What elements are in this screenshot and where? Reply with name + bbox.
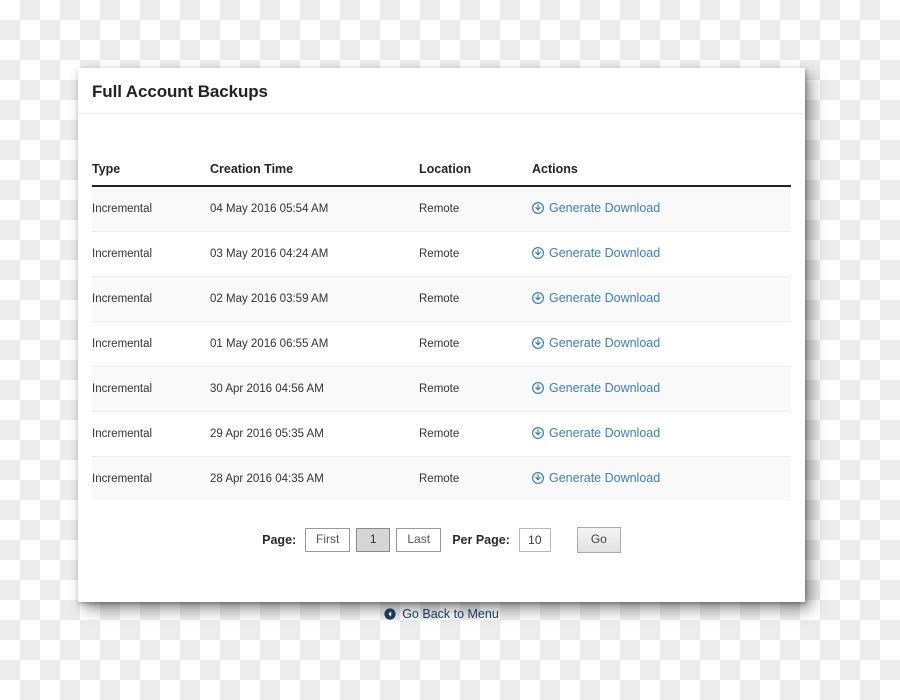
cell-location: Remote	[419, 186, 532, 232]
per-page-label: Per Page:	[452, 533, 510, 547]
backups-card: Full Account Backups Type Creation Time …	[78, 68, 805, 621]
go-back-to-menu-label: Go Back to Menu	[402, 607, 499, 621]
generate-download-link[interactable]: Generate Download	[532, 381, 660, 395]
generate-download-label: Generate Download	[549, 381, 661, 395]
cell-actions: Generate Download	[532, 456, 791, 501]
download-circle-icon	[532, 472, 544, 484]
generate-download-link[interactable]: Generate Download	[532, 336, 660, 350]
generate-download-label: Generate Download	[549, 426, 661, 440]
pagination-bar: Page: First 1 Last Per Page: Go	[92, 527, 791, 553]
generate-download-link[interactable]: Generate Download	[532, 201, 660, 215]
download-circle-icon	[532, 292, 544, 304]
column-header-location: Location	[419, 162, 532, 187]
cell-type: Incremental	[92, 321, 210, 367]
download-circle-icon	[532, 337, 544, 349]
cell-type: Incremental	[92, 456, 210, 501]
cell-creation-time: 28 Apr 2016 04:35 AM	[210, 456, 419, 501]
cell-creation-time: 01 May 2016 06:55 AM	[210, 321, 419, 367]
cell-actions: Generate Download	[532, 186, 791, 232]
last-page-button[interactable]: Last	[396, 528, 442, 552]
cell-actions: Generate Download	[532, 231, 791, 277]
go-button[interactable]: Go	[576, 527, 621, 553]
column-header-type: Type	[92, 162, 210, 187]
table-row: Incremental 28 Apr 2016 04:35 AM Remote …	[92, 456, 791, 501]
cell-location: Remote	[419, 411, 532, 457]
download-circle-icon	[532, 427, 544, 439]
cell-location: Remote	[419, 231, 532, 277]
arrow-left-circle-icon	[384, 608, 396, 620]
table-row: Incremental 02 May 2016 03:59 AM Remote …	[92, 276, 791, 322]
table-row: Incremental 01 May 2016 06:55 AM Remote …	[92, 321, 791, 367]
cell-location: Remote	[419, 276, 532, 322]
generate-download-label: Generate Download	[549, 246, 661, 260]
table-header-row: Type Creation Time Location Actions	[92, 162, 791, 187]
cell-actions: Generate Download	[532, 411, 791, 457]
cell-creation-time: 03 May 2016 04:24 AM	[210, 231, 419, 277]
per-page-input[interactable]	[518, 528, 551, 552]
generate-download-link[interactable]: Generate Download	[532, 426, 660, 440]
backups-table: Type Creation Time Location Actions Incr…	[92, 162, 791, 501]
download-circle-icon	[532, 202, 544, 214]
current-page-button[interactable]: 1	[356, 528, 391, 552]
cell-type: Incremental	[92, 186, 210, 232]
card-header: Full Account Backups	[78, 68, 805, 114]
download-circle-icon	[532, 382, 544, 394]
card-footer: Go Back to Menu	[92, 561, 791, 625]
first-page-button[interactable]: First	[305, 528, 351, 552]
cell-type: Incremental	[92, 411, 210, 457]
cell-creation-time: 02 May 2016 03:59 AM	[210, 276, 419, 322]
go-back-to-menu-link[interactable]: Go Back to Menu	[384, 607, 499, 621]
generate-download-label: Generate Download	[549, 336, 661, 350]
cell-creation-time: 29 Apr 2016 05:35 AM	[210, 411, 419, 457]
page-title: Full Account Backups	[92, 82, 268, 101]
download-circle-icon	[532, 247, 544, 259]
table-row: Incremental 04 May 2016 05:54 AM Remote …	[92, 186, 791, 232]
table-top-spacer	[92, 114, 791, 162]
card-body: Type Creation Time Location Actions Incr…	[78, 114, 805, 625]
cell-actions: Generate Download	[532, 366, 791, 412]
generate-download-label: Generate Download	[549, 471, 661, 485]
table-row: Incremental 29 Apr 2016 05:35 AM Remote …	[92, 411, 791, 457]
generate-download-label: Generate Download	[549, 201, 661, 215]
cell-location: Remote	[419, 321, 532, 367]
cell-location: Remote	[419, 366, 532, 412]
cell-type: Incremental	[92, 276, 210, 322]
table-row: Incremental 03 May 2016 04:24 AM Remote …	[92, 231, 791, 277]
cell-location: Remote	[419, 456, 532, 501]
table-head: Type Creation Time Location Actions	[92, 162, 791, 187]
page-label: Page:	[262, 533, 297, 547]
cell-type: Incremental	[92, 366, 210, 412]
generate-download-link[interactable]: Generate Download	[532, 246, 660, 260]
generate-download-link[interactable]: Generate Download	[532, 471, 660, 485]
column-header-actions: Actions	[532, 162, 791, 187]
generate-download-label: Generate Download	[549, 291, 661, 305]
table-body: Incremental 04 May 2016 05:54 AM Remote …	[92, 186, 791, 501]
cell-creation-time: 04 May 2016 05:54 AM	[210, 186, 419, 232]
cell-creation-time: 30 Apr 2016 04:56 AM	[210, 366, 419, 412]
cell-actions: Generate Download	[532, 276, 791, 322]
generate-download-link[interactable]: Generate Download	[532, 291, 660, 305]
cell-type: Incremental	[92, 231, 210, 277]
cell-actions: Generate Download	[532, 321, 791, 367]
column-header-creation-time: Creation Time	[210, 162, 419, 187]
table-row: Incremental 30 Apr 2016 04:56 AM Remote …	[92, 366, 791, 412]
